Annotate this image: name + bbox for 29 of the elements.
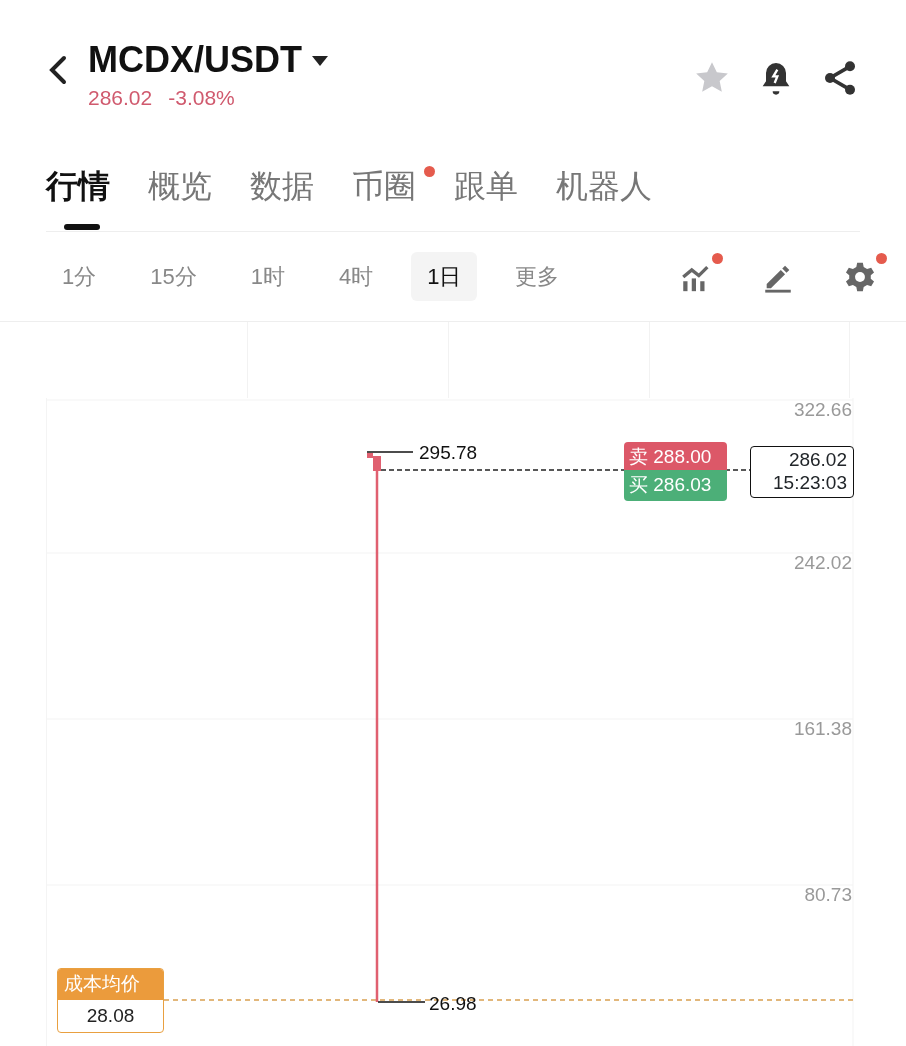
cost-price: 28.08: [85, 1003, 136, 1028]
interval-tab[interactable]: 1分: [46, 252, 113, 301]
tab[interactable]: 行情: [46, 140, 110, 232]
axis-label: 242.02: [793, 551, 852, 575]
tab[interactable]: 数据: [250, 140, 314, 232]
axis-label: 322.66: [793, 398, 852, 422]
tab[interactable]: 币圈: [352, 140, 416, 232]
tab[interactable]: 机器人: [556, 140, 652, 232]
low-price-label: 26.98: [429, 992, 477, 1016]
tab[interactable]: 跟单: [454, 140, 518, 232]
last-price: 286.02: [88, 85, 153, 111]
ask-price-tag: 卖 288.00: [624, 442, 727, 473]
cost-label: 成本均价: [58, 969, 163, 1000]
leader-line: [366, 451, 414, 453]
leader-line: [377, 1001, 426, 1003]
pair-title: MCDX/USDT: [88, 42, 302, 78]
current-price: 286.02: [787, 449, 847, 472]
countdown-timer: 15:23:03: [772, 471, 847, 495]
high-price-label: 295.78: [419, 441, 478, 465]
interval-tab[interactable]: 4时: [323, 252, 390, 301]
axis-label: 161.38: [793, 717, 852, 741]
axis-label: 80.73: [804, 883, 852, 907]
interval-tab[interactable]: 1日: [411, 252, 478, 301]
interval-tab[interactable]: 1时: [234, 252, 301, 301]
price-change: -3.08%: [168, 85, 235, 111]
bid-price-tag: 买 286.03: [624, 470, 727, 501]
tab[interactable]: 概览: [148, 140, 212, 232]
interval-tab[interactable]: 15分: [134, 252, 213, 301]
interval-tab[interactable]: 更多: [499, 252, 576, 301]
